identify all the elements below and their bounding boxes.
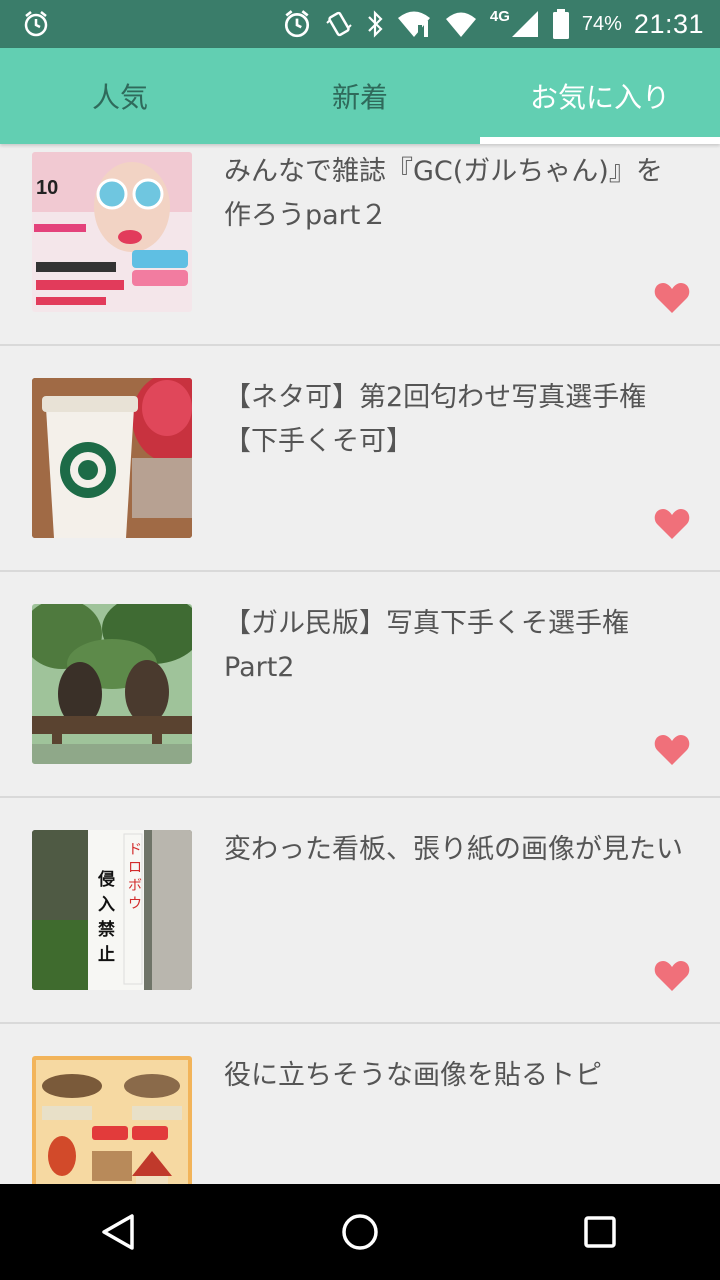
network-type: 4G	[489, 7, 510, 25]
illustrated-chart-image	[32, 1056, 192, 1184]
battery-percent: 74%	[581, 12, 622, 35]
tab-bar: 人気 新着 お気に入り	[0, 48, 720, 144]
wifi-icon	[444, 9, 478, 39]
heart-icon[interactable]	[654, 506, 690, 540]
topic-title[interactable]: 変わった看板、張り紙の画像が見たい	[224, 828, 684, 872]
tab-popular[interactable]: 人気	[0, 48, 240, 144]
svg-text:入: 入	[98, 895, 115, 915]
status-bar: 4G 74% 21:31	[0, 0, 720, 48]
svg-text:止: 止	[98, 944, 115, 965]
alarm-icon	[22, 10, 50, 38]
navigation-bar	[0, 1184, 720, 1280]
tab-label: お気に入り	[529, 81, 670, 114]
coffee-cup-photo	[32, 378, 192, 538]
topic-title[interactable]: みんなで雑誌『GC(ガルちゃん)』を作ろうpart２	[224, 150, 684, 238]
list-item[interactable]: ド ロ ボ ウ 侵 入 禁 止 変わった看板、張り紙の画像が見たい	[0, 798, 720, 1024]
topic-title[interactable]: 【ネタ可】第2回匂わせ写真選手権【下手くそ可】	[224, 376, 684, 464]
alarm-clock-icon	[282, 9, 312, 39]
list-item[interactable]: 役に立ちそうな画像を貼るトピ	[0, 1024, 720, 1184]
heart-icon[interactable]	[654, 280, 690, 314]
clock: 21:31	[633, 8, 704, 39]
heart-icon[interactable]	[654, 732, 690, 766]
tab-label: 人気	[91, 81, 148, 114]
tab-favorites[interactable]: お気に入り	[480, 48, 720, 144]
recents-icon[interactable]	[560, 1192, 640, 1272]
tab-label: 新着	[331, 81, 388, 114]
svg-text:ボ: ボ	[128, 878, 142, 894]
heart-icon[interactable]	[654, 958, 690, 992]
magazine-cover-image: 10	[32, 152, 192, 312]
wifi-icon	[396, 9, 432, 39]
notification-area	[22, 10, 50, 42]
battery-icon	[552, 8, 570, 40]
list-item[interactable]: 【ネタ可】第2回匂わせ写真選手権【下手くそ可】	[0, 346, 720, 572]
cell-signal-icon: 4G	[489, 7, 540, 39]
svg-text:ウ: ウ	[128, 896, 142, 912]
system-icons: 4G 74% 21:31	[282, 0, 704, 48]
svg-text:ロ: ロ	[128, 860, 142, 876]
home-icon[interactable]	[320, 1192, 400, 1272]
bluetooth-icon	[366, 9, 384, 39]
svg-text:10: 10	[36, 177, 58, 199]
svg-text:侵: 侵	[97, 869, 115, 890]
list-item[interactable]: 10 みんなで雑誌『GC(ガルちゃん)』を作ろうpart２	[0, 144, 720, 346]
vibrate-icon	[324, 9, 354, 39]
list-item[interactable]: 【ガル民版】写真下手くそ選手権Part2	[0, 572, 720, 798]
svg-text:ド: ド	[128, 842, 142, 858]
topic-title[interactable]: 役に立ちそうな画像を貼るトピ	[224, 1054, 684, 1098]
sign-photo: ド ロ ボ ウ 侵 入 禁 止	[32, 830, 192, 990]
back-icon[interactable]	[80, 1192, 160, 1272]
favorites-list[interactable]: 10 みんなで雑誌『GC(ガルちゃん)』を作ろうpart２ 【ネタ可】第2回匂わ…	[0, 144, 720, 1184]
topic-title[interactable]: 【ガル民版】写真下手くそ選手権Part2	[224, 602, 684, 690]
owl-statues-photo	[32, 604, 192, 764]
tab-new[interactable]: 新着	[240, 48, 480, 144]
svg-text:禁: 禁	[98, 919, 115, 940]
